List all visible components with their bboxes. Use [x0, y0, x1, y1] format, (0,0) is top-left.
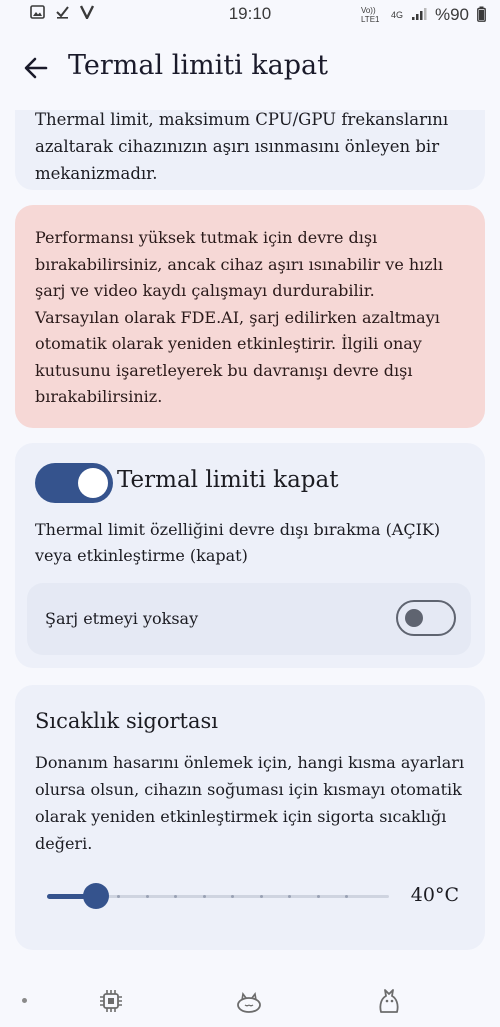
arrow-left-icon[interactable] — [22, 54, 50, 82]
slider-tick — [145, 895, 149, 898]
network-label: Vo)) LTE1 — [360, 6, 380, 24]
thermal-limit-card: Termal limiti kapat Thermal limit özelli… — [15, 443, 485, 668]
sleeping-cat-icon[interactable] — [234, 986, 264, 1016]
bottom-nav — [0, 972, 500, 1027]
status-system-icons: Vo)) LTE1 4G %90 — [361, 5, 486, 25]
slider-tick — [259, 895, 263, 898]
battery-level: %90 — [434, 5, 469, 24]
temperature-fuse-slider[interactable] — [47, 883, 389, 909]
ignore-charging-label: Şarj etmeyi yoksay — [45, 609, 199, 628]
slider-tick — [202, 895, 206, 898]
temperature-fuse-card: Sıcaklık sigortası Donanım hasarını önle… — [15, 685, 485, 950]
battery-icon — [477, 6, 486, 25]
warning-text: Performansı yüksek tutmak için devre dış… — [35, 228, 443, 406]
ignore-charging-row[interactable]: Şarj etmeyi yoksay — [27, 583, 471, 655]
thermal-limit-description: Thermal limit özelliğini devre dışı bıra… — [35, 520, 441, 565]
temperature-fuse-description: Donanım hasarını önlemek için, hangi kıs… — [35, 753, 465, 853]
thermal-limit-toggle[interactable] — [35, 463, 113, 503]
page-title: Termal limiti kapat — [68, 50, 328, 81]
toggle-knob — [405, 609, 423, 627]
temperature-fuse-title: Sıcaklık sigortası — [35, 709, 219, 733]
temperature-fuse-value: 40°C — [410, 884, 459, 906]
warning-card: Performansı yüksek tutmak için devre dış… — [15, 205, 485, 428]
toggle-knob — [78, 468, 108, 498]
signal-icon — [411, 7, 427, 24]
status-bar: 19:10 Vo)) LTE1 4G %90 — [0, 0, 500, 28]
ignore-charging-toggle[interactable] — [396, 600, 456, 636]
thermal-limit-toggle-label[interactable]: Termal limiti kapat — [117, 467, 338, 493]
slider-tick — [316, 895, 320, 898]
cpu-chip-icon[interactable] — [96, 986, 126, 1016]
app-bar: Termal limiti kapat — [0, 28, 500, 110]
info-text: Thermal limit, maksimum CPU/GPU frekansl… — [35, 110, 449, 183]
cat-icon[interactable] — [374, 986, 404, 1016]
dot-indicator — [22, 998, 27, 1003]
slider-thumb[interactable] — [82, 883, 109, 909]
network-type: 4G — [390, 10, 403, 20]
